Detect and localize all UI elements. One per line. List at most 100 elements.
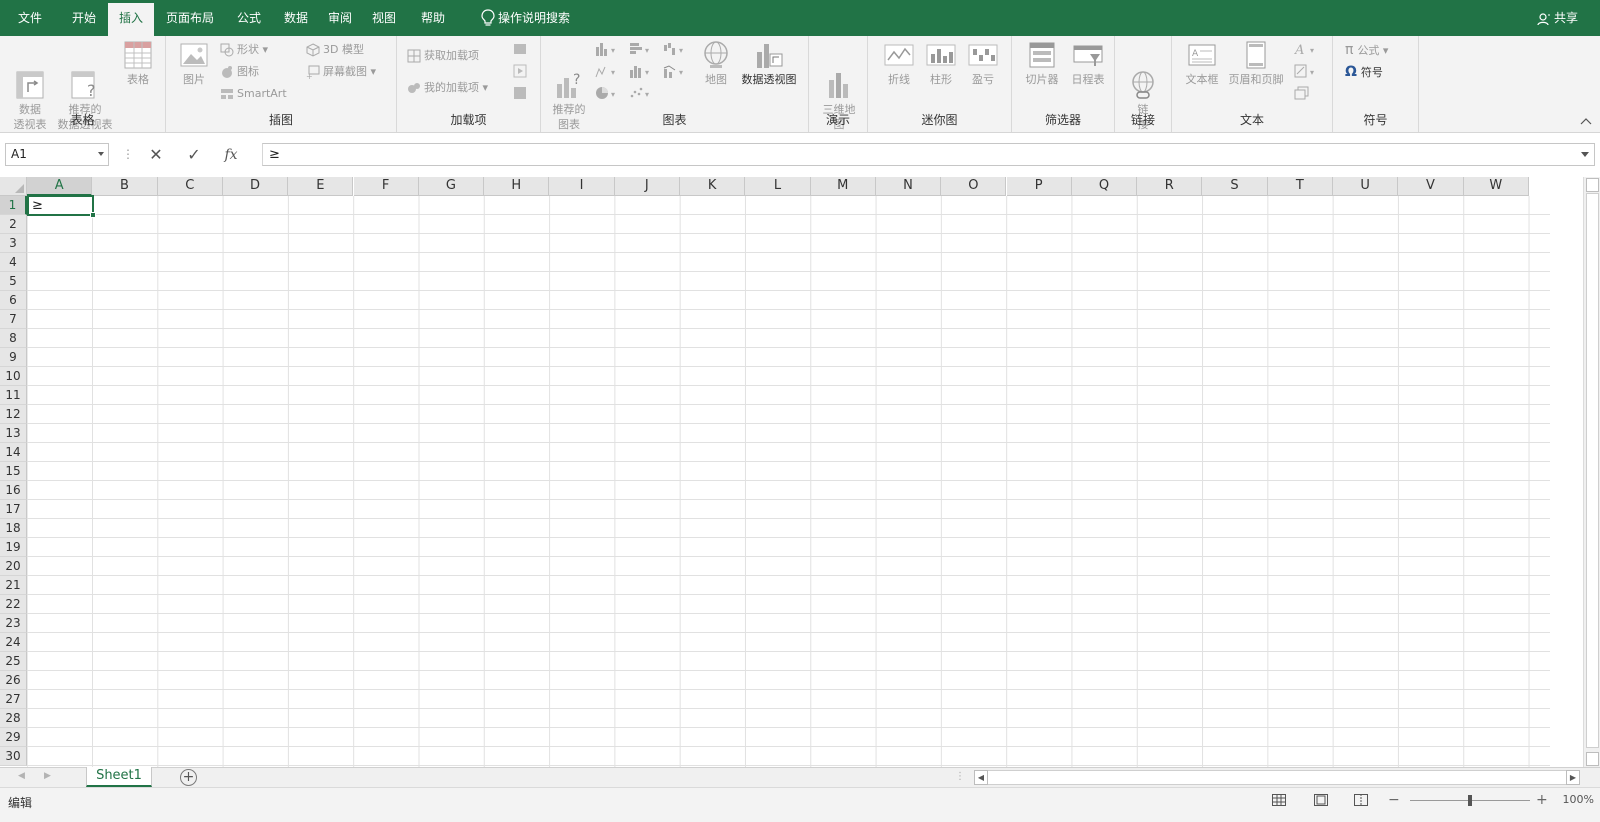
timeline-button[interactable]: 日程表 [1066,40,1110,87]
horizontal-scrollbar[interactable]: ◀ ▶ [974,770,1580,785]
formula-input[interactable]: ≥ [262,143,1595,166]
shapes-button[interactable]: 形状 ▾ [220,40,268,60]
visio-icon[interactable] [513,42,527,56]
get-addins-button[interactable]: 获取加载项 [407,46,479,66]
add-sheet-icon[interactable]: + [180,769,197,786]
column-header-h[interactable]: H [484,177,550,196]
column-header-v[interactable]: V [1398,177,1464,196]
tell-me-search[interactable]: 操作说明搜索 [498,0,582,36]
row-header-29[interactable]: 29 [0,728,27,747]
row-header-17[interactable]: 17 [0,500,27,519]
maps-button[interactable]: 地图 [699,40,733,87]
tab-help[interactable]: 帮助 [408,0,458,36]
column-header-e[interactable]: E [288,177,354,196]
row-header-7[interactable]: 7 [0,310,27,329]
row-header-11[interactable]: 11 [0,386,27,405]
header-footer-button[interactable]: 页眉和页脚 [1224,40,1288,87]
column-header-u[interactable]: U [1333,177,1399,196]
smartart-button[interactable]: SmartArt [220,84,287,104]
column-header-c[interactable]: C [157,177,223,196]
expand-formula-bar-icon[interactable] [1581,152,1589,157]
scatter-chart-icon[interactable]: ▾ [629,86,655,100]
row-header-19[interactable]: 19 [0,538,27,557]
column-header-l[interactable]: L [745,177,811,196]
row-header-15[interactable]: 15 [0,462,27,481]
zoom-out-icon[interactable]: − [1388,792,1400,808]
row-header-30[interactable]: 30 [0,747,27,766]
row-header-16[interactable]: 16 [0,481,27,500]
row-header-6[interactable]: 6 [0,291,27,310]
sparkline-column-button[interactable]: 柱形 [922,40,960,87]
page-break-view-icon[interactable] [1354,794,1368,806]
row-header-21[interactable]: 21 [0,576,27,595]
column-header-m[interactable]: M [810,177,876,196]
bar-chart-icon[interactable]: ▾ [629,42,655,56]
row-header-23[interactable]: 23 [0,614,27,633]
sparkline-winloss-button[interactable]: 盈亏 [964,40,1002,87]
next-sheet-icon[interactable]: ▶ [44,771,51,781]
column-header-q[interactable]: Q [1071,177,1138,196]
textbox-button[interactable]: A 文本框 [1180,40,1224,87]
fill-handle[interactable] [90,212,96,218]
column-header-w[interactable]: W [1463,177,1529,196]
normal-view-icon[interactable] [1272,794,1286,806]
confirm-entry-icon[interactable]: ✓ [184,145,204,165]
row-header-8[interactable]: 8 [0,329,27,348]
column-header-o[interactable]: O [941,177,1007,196]
row-header-24[interactable]: 24 [0,633,27,652]
3d-map-button[interactable]: 三维地 图 [817,40,861,147]
row-header-10[interactable]: 10 [0,367,27,386]
combo-chart-icon[interactable]: ▾ [663,64,689,78]
prev-sheet-icon[interactable]: ◀ [18,771,25,781]
column-header-d[interactable]: D [222,177,289,196]
pivot-chart-button[interactable]: 数据透视图 [737,40,801,87]
cell-area[interactable] [27,196,1550,767]
collapse-ribbon-icon[interactable] [1580,116,1592,126]
my-addins-button[interactable]: 我的加载项 ▾ [407,78,488,98]
row-header-1[interactable]: 1 [0,196,27,215]
tab-insert[interactable]: 插入 [108,3,154,36]
zoom-slider-knob[interactable] [1468,795,1472,806]
scroll-up-icon[interactable] [1586,178,1599,192]
pivot-table-button[interactable]: 数据 透视表 [8,40,52,147]
slicer-button[interactable]: 切片器 [1018,40,1066,87]
tab-view[interactable]: 视图 [364,0,404,36]
column-header-s[interactable]: S [1202,177,1268,196]
pictures-button[interactable]: 图片 [174,40,214,87]
equation-button[interactable]: π 公式 ▾ [1345,40,1388,60]
tab-data[interactable]: 数据 [276,0,316,36]
statistic-chart-icon[interactable]: ▾ [629,64,655,78]
tab-formulas[interactable]: 公式 [226,0,272,36]
zoom-in-icon[interactable]: + [1536,792,1548,808]
cancel-entry-icon[interactable]: ✕ [146,145,166,165]
column-header-a[interactable]: A [27,177,93,196]
vertical-scrollbar[interactable] [1583,177,1600,767]
column-header-f[interactable]: F [353,177,419,196]
vertical-scroll-thumb[interactable] [1586,193,1599,748]
row-header-22[interactable]: 22 [0,595,27,614]
table-button[interactable]: 表格 [118,40,158,87]
tab-file[interactable]: 文件 [6,0,54,36]
name-box-dropdown-icon[interactable] [98,152,104,156]
screenshot-button[interactable]: + 屏幕截图 ▾ [306,62,376,82]
pie-chart-icon[interactable]: ▾ [595,86,621,100]
zoom-slider[interactable] [1410,795,1530,806]
row-header-26[interactable]: 26 [0,671,27,690]
column-header-b[interactable]: B [92,177,158,196]
column-header-n[interactable]: N [875,177,942,196]
waterfall-chart-icon[interactable]: ▾ [663,42,689,56]
tab-split-handle-icon[interactable]: ⋮ [955,771,965,782]
select-all-button[interactable] [0,177,27,196]
tab-review[interactable]: 审阅 [320,0,360,36]
column-header-k[interactable]: K [680,177,746,196]
row-header-14[interactable]: 14 [0,443,27,462]
row-header-18[interactable]: 18 [0,519,27,538]
formula-bar-grip-icon[interactable]: ⋮ [122,147,134,161]
recommended-pivot-button[interactable]: ? 推荐的 数据透视表 [54,40,116,147]
column-header-p[interactable]: P [1006,177,1072,196]
row-header-27[interactable]: 27 [0,690,27,709]
column-header-g[interactable]: G [418,177,485,196]
column-chart-icon[interactable]: ▾ [595,42,621,56]
hierarchy-chart-icon[interactable]: ▾ [595,64,621,78]
scroll-left-icon[interactable]: ◀ [974,770,988,785]
